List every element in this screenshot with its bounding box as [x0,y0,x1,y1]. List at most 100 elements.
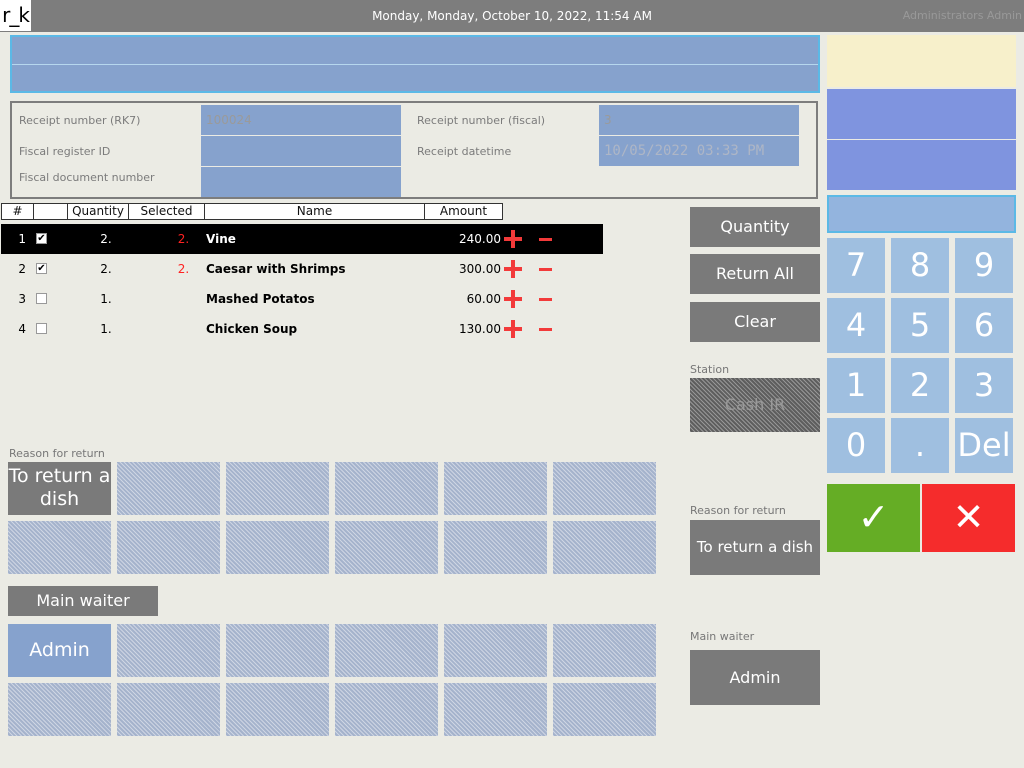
header-datetime: Monday, Monday, October 10, 2022, 11:54 … [372,9,652,23]
waiter-tile-empty[interactable] [117,683,220,736]
reason-tile-empty[interactable] [8,521,111,574]
current-user: Administrators Admin [902,9,1022,22]
row-number: 1 [18,232,26,246]
col-header-check [33,203,68,220]
receipt-datetime-label: Receipt datetime [417,145,512,158]
row-selected-qty: 2. [177,232,190,246]
keypad-key[interactable]: 4 [827,298,885,353]
keypad-key[interactable]: . [891,418,949,473]
waiter-tile-empty[interactable] [226,624,329,677]
action-reason-button[interactable]: To return a dish [690,520,820,575]
plus-icon[interactable] [504,290,522,308]
reason-tile-empty[interactable] [335,462,438,515]
fiscal-number-field[interactable]: 3 [599,105,799,135]
row-name: Mashed Potatos [206,292,315,306]
plus-icon[interactable] [504,230,522,248]
table-row[interactable]: 1 ✔ 2. 2. Vine 240.00 [1,224,603,254]
reason-tile-empty[interactable] [117,462,220,515]
waiter-tile-empty[interactable] [335,624,438,677]
main-waiter-button[interactable]: Main waiter [8,586,158,616]
keypad-input[interactable] [827,195,1016,233]
col-header-amount: Amount [424,203,503,220]
row-number: 2 [18,262,26,276]
reason-tile-empty[interactable] [226,462,329,515]
table-row[interactable]: 3 1. Mashed Potatos 60.00 [1,284,603,314]
table-row[interactable]: 4 1. Chicken Soup 130.00 [1,314,603,344]
reason-tile-empty[interactable] [553,462,656,515]
row-amount: 240.00 [459,232,501,246]
order-banner [10,35,820,93]
row-number: 4 [18,322,26,336]
row-amount: 60.00 [466,292,501,306]
clear-button[interactable]: Clear [690,302,820,342]
plus-icon[interactable] [504,320,522,338]
row-checkbox[interactable] [36,323,47,334]
row-name: Chicken Soup [206,322,298,336]
row-amount: 300.00 [459,262,501,276]
keypad-key[interactable]: 0 [827,418,885,473]
waiter-tile-empty[interactable] [553,624,656,677]
waiter-tile-empty[interactable] [226,683,329,736]
fiscal-register-label: Fiscal register ID [19,145,111,158]
row-number: 3 [18,292,26,306]
waiter-tile-empty[interactable] [444,683,547,736]
waiter-tile-empty[interactable] [335,683,438,736]
reason-tile-selected[interactable]: To return a dish [8,462,111,515]
keypad-key[interactable]: 7 [827,238,885,293]
reason-tile-empty[interactable] [444,521,547,574]
table-row[interactable]: 2 ✔ 2. 2. Caesar with Shrimps 300.00 [1,254,603,284]
reason-grid-label: Reason for return [9,447,105,460]
waiter-tile-empty[interactable] [117,624,220,677]
fiscal-document-label: Fiscal document number [19,171,155,184]
col-header-quantity: Quantity [67,203,129,220]
col-header-selected: Selected [128,203,205,220]
receipt-rk7-label: Receipt number (RK7) [19,114,141,127]
minus-icon[interactable] [539,298,552,301]
reason-tile-empty[interactable] [335,521,438,574]
row-quantity: 2. [100,232,112,246]
minus-icon[interactable] [539,238,552,241]
receipt-datetime-field[interactable]: 10/05/2022 03:33 PM [599,136,799,166]
reason-tile-empty[interactable] [117,521,220,574]
waiter-tile-empty[interactable] [553,683,656,736]
waiter-tile-empty[interactable] [444,624,547,677]
waiter-tile-selected[interactable]: Admin [8,624,111,677]
action-waiter-button[interactable]: Admin [690,650,820,705]
table-header: # Quantity Selected Name Amount [1,203,503,220]
keypad-key[interactable]: 5 [891,298,949,353]
close-icon: ✕ [952,495,985,539]
keypad-key[interactable]: 3 [955,358,1013,413]
row-checkbox[interactable] [36,293,47,304]
plus-icon[interactable] [504,260,522,278]
keypad-key[interactable]: Del [955,418,1013,473]
reason-tile-empty[interactable] [444,462,547,515]
station-button[interactable]: Cash IR [690,378,820,432]
minus-icon[interactable] [539,268,552,271]
row-amount: 130.00 [459,322,501,336]
row-quantity: 1. [100,322,112,336]
action-reason-label: Reason for return [690,504,786,517]
fiscal-register-field[interactable] [201,136,401,166]
fiscal-document-field[interactable] [201,167,401,197]
keypad-key[interactable]: 6 [955,298,1013,353]
summary-panel-1 [827,89,1016,139]
minus-icon[interactable] [539,328,552,331]
reason-tile-empty[interactable] [553,521,656,574]
keypad-key[interactable]: 8 [891,238,949,293]
row-checkbox[interactable]: ✔ [36,263,47,274]
quantity-button[interactable]: Quantity [690,207,820,247]
keypad-key[interactable]: 9 [955,238,1013,293]
reason-tile-empty[interactable] [226,521,329,574]
confirm-button[interactable]: ✓ [827,484,920,552]
receipt-rk7-field[interactable]: 100024 [201,105,401,135]
keypad-key[interactable]: 2 [891,358,949,413]
cancel-button[interactable]: ✕ [922,484,1015,552]
row-checkbox[interactable]: ✔ [36,233,47,244]
col-header-name: Name [204,203,425,220]
return-all-button[interactable]: Return All [690,254,820,294]
row-quantity: 1. [100,292,112,306]
row-quantity: 2. [100,262,112,276]
waiter-tile-empty[interactable] [8,683,111,736]
keypad-key[interactable]: 1 [827,358,885,413]
action-waiter-label: Main waiter [690,630,755,643]
